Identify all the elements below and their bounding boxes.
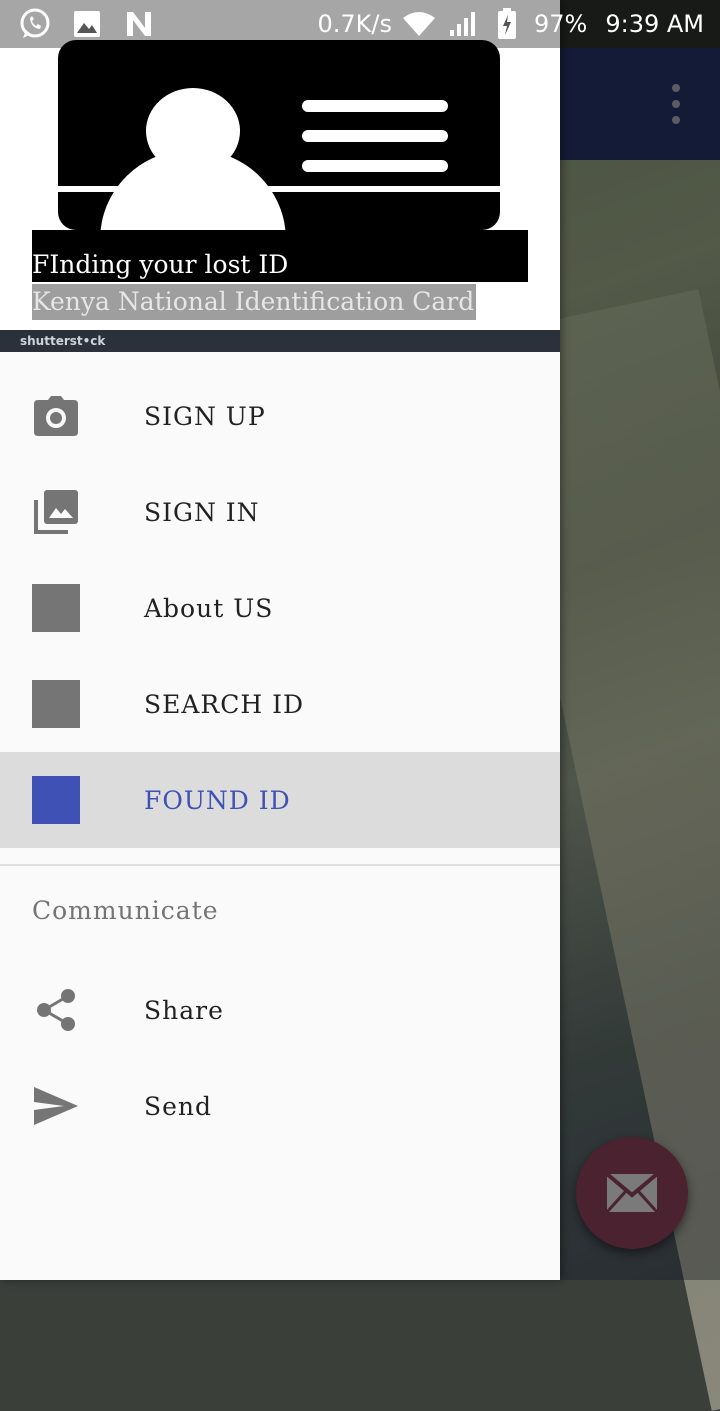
drawer-header-title: FInding your lost ID xyxy=(32,250,289,279)
send-icon xyxy=(32,1082,80,1130)
n-app-icon xyxy=(122,7,156,41)
battery-percent: 97% xyxy=(534,10,588,38)
menu-label: Share xyxy=(144,995,224,1025)
menu-item-about-us[interactable]: About US xyxy=(0,560,560,656)
menu-divider xyxy=(0,864,560,866)
square-icon xyxy=(32,680,80,728)
email-fab-button[interactable] xyxy=(576,1137,688,1249)
menu-item-sign-up[interactable]: SIGN UP xyxy=(0,368,560,464)
image-icon xyxy=(70,7,104,41)
menu-item-send[interactable]: Send xyxy=(0,1058,560,1154)
drawer-menu: SIGN UP SIGN IN About US SEARCH ID FOUND… xyxy=(0,368,560,848)
drawer-header-subtitle: Kenya National Identification Card xyxy=(32,284,477,320)
menu-label: SIGN UP xyxy=(144,401,266,431)
camera-icon xyxy=(32,392,80,440)
email-icon xyxy=(606,1173,658,1213)
menu-item-sign-in[interactable]: SIGN IN xyxy=(0,464,560,560)
communicate-menu: Share Send xyxy=(0,962,560,1154)
navigation-drawer: FInding your lost ID Kenya National Iden… xyxy=(0,0,560,1280)
drawer-header: FInding your lost ID Kenya National Iden… xyxy=(0,0,560,352)
id-card-icon xyxy=(58,40,500,250)
menu-label: About US xyxy=(144,593,274,623)
menu-item-found-id[interactable]: FOUND ID xyxy=(0,752,560,848)
status-bar: 0.7K/s 97% 9:39 AM xyxy=(0,0,720,48)
watermark-bar: shutterst•ck xyxy=(0,330,560,352)
menu-label: SIGN IN xyxy=(144,497,260,527)
gallery-icon xyxy=(32,488,80,536)
square-icon xyxy=(32,776,80,824)
menu-label: Send xyxy=(144,1091,213,1121)
square-icon xyxy=(32,584,80,632)
menu-label: FOUND ID xyxy=(144,785,291,815)
battery-icon xyxy=(490,7,524,41)
menu-item-search-id[interactable]: SEARCH ID xyxy=(0,656,560,752)
net-speed: 0.7K/s xyxy=(317,10,393,38)
clock: 9:39 AM xyxy=(605,10,704,38)
wifi-icon xyxy=(402,7,436,41)
menu-item-share[interactable]: Share xyxy=(0,962,560,1058)
share-icon xyxy=(32,986,80,1034)
section-header-communicate: Communicate xyxy=(32,896,219,925)
signal-icon xyxy=(446,7,480,41)
whatsapp-icon xyxy=(18,7,52,41)
menu-label: SEARCH ID xyxy=(144,689,305,719)
